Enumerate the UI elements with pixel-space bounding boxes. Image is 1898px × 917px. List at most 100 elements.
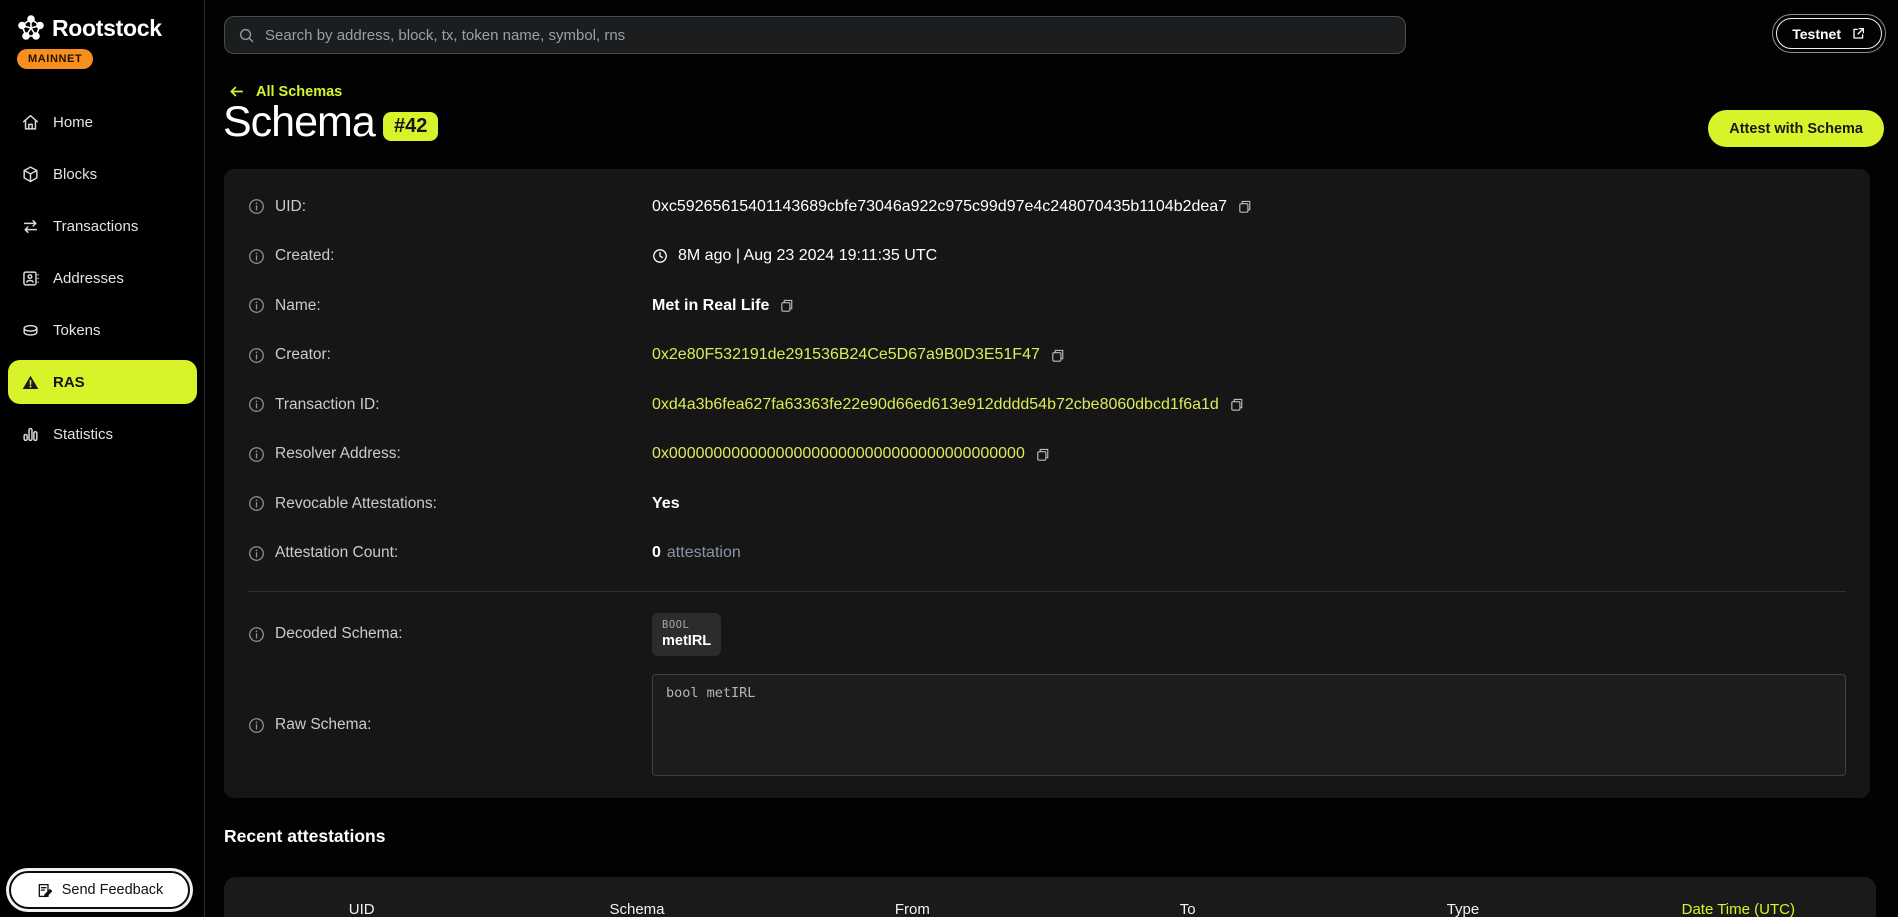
sidebar-item-label: Tokens [53,322,101,339]
sidebar-item-tokens[interactable]: Tokens [8,308,197,352]
attestations-table-header: UID Schema From To Type Date Time (UTC) [224,877,1876,917]
addresses-icon [21,269,40,288]
detail-label-text: Creator: [275,346,331,364]
detail-label-text: Revocable Attestations: [275,495,437,513]
detail-row-creator: Creator: 0x2e80F532191de291536B24Ce5D67a… [248,331,1846,381]
schema-details-card: UID: 0xc59265615401143689cbfe73046a922c9… [224,169,1870,798]
detail-row-created: Created: 8M ago | Aug 23 2024 19:11:35 U… [248,232,1846,282]
tokens-icon [21,321,40,340]
attestation-triangle-icon [21,373,40,392]
brand-name: Rootstock [52,15,162,42]
feedback-label: Send Feedback [62,882,164,898]
recent-attestations-heading: Recent attestations [224,826,385,847]
testnet-label: Testnet [1792,26,1841,42]
info-icon[interactable] [248,446,265,463]
sidebar-nav: Home Blocks Transactions [8,100,197,464]
card-divider [248,591,1846,592]
info-icon[interactable] [248,396,265,413]
sidebar-item-label: Blocks [53,166,97,183]
home-icon [21,113,40,132]
revocable-value: Yes [652,495,680,513]
column-header-schema: Schema [499,901,774,917]
search-input[interactable] [265,27,1392,44]
page-title: Schema [223,98,375,147]
info-icon[interactable] [248,495,265,512]
blocks-icon [21,165,40,184]
detail-label-text: Name: [275,297,321,315]
sidebar-item-blocks[interactable]: Blocks [8,152,197,196]
brand-logo[interactable]: Rootstock [0,0,204,42]
detail-row-revocable: Revocable Attestations: Yes [248,479,1846,529]
info-icon[interactable] [248,545,265,562]
info-icon[interactable] [248,347,265,364]
detail-row-uid: UID: 0xc59265615401143689cbfe73046a922c9… [248,182,1846,232]
detail-label-text: UID: [275,198,306,216]
sidebar-item-ras[interactable]: RAS [8,360,197,404]
info-icon[interactable] [248,248,265,265]
uid-value: 0xc59265615401143689cbfe73046a922c975c99… [652,198,1227,216]
copy-icon[interactable] [1035,447,1050,462]
detail-label-text: Raw Schema: [275,716,371,734]
attest-with-schema-button[interactable]: Attest with Schema [1708,110,1884,147]
clock-icon [652,248,668,264]
info-icon[interactable] [248,717,265,734]
sidebar-item-statistics[interactable]: Statistics [8,412,197,456]
statistics-icon [21,425,40,444]
copy-icon[interactable] [779,298,794,313]
sidebar-item-label: Statistics [53,426,113,443]
detail-row-raw-schema: Raw Schema: bool metIRL [248,674,1846,776]
sidebar-item-addresses[interactable]: Addresses [8,256,197,300]
resolver-address-link[interactable]: 0x00000000000000000000000000000000000000… [652,445,1025,463]
column-header-uid: UID [224,901,499,917]
detail-row-name: Name: Met in Real Life [248,281,1846,331]
copy-icon[interactable] [1237,199,1252,214]
column-header-to: To [1050,901,1325,917]
detail-label-text: Resolver Address: [275,445,401,463]
column-header-datetime[interactable]: Date Time (UTC) [1601,901,1876,917]
attestation-count-unit: attestation [667,544,741,562]
attestation-count-value: 0 [652,544,661,562]
column-header-type: Type [1325,901,1600,917]
detail-label-text: Created: [275,247,334,265]
sidebar-item-label: Home [53,114,93,131]
detail-label-text: Decoded Schema: [275,625,403,643]
detail-label-text: Transaction ID: [275,396,380,414]
decoded-schema-field-chip: BOOL metIRL [652,613,721,656]
copy-icon[interactable] [1050,348,1065,363]
search-icon [238,27,255,44]
raw-schema-textarea[interactable]: bool metIRL [652,674,1846,776]
schema-number-badge: #42 [383,112,438,141]
sidebar-item-label: Transactions [53,218,138,235]
rootstock-logo-icon [17,14,45,42]
sidebar-item-transactions[interactable]: Transactions [8,204,197,248]
column-header-from: From [775,901,1050,917]
sidebar-item-label: RAS [53,374,85,391]
detail-row-transaction-id: Transaction ID: 0xd4a3b6fea627fa63363fe2… [248,380,1846,430]
info-icon[interactable] [248,297,265,314]
field-type: BOOL [662,619,711,631]
send-feedback-button[interactable]: Send Feedback [9,871,190,909]
detail-label-text: Attestation Count: [275,544,398,562]
external-link-icon [1851,26,1866,41]
search-bar [224,16,1406,54]
name-value: Met in Real Life [652,297,769,315]
testnet-button[interactable]: Testnet [1776,18,1882,49]
feedback-pencil-icon [36,882,53,899]
sidebar-item-home[interactable]: Home [8,100,197,144]
detail-row-attestation-count: Attestation Count: 0 attestation [248,529,1846,579]
copy-icon[interactable] [1229,397,1244,412]
detail-row-decoded-schema: Decoded Schema: BOOL metIRL [248,601,1846,667]
info-icon[interactable] [248,198,265,215]
detail-row-resolver-address: Resolver Address: 0x00000000000000000000… [248,430,1846,480]
info-icon[interactable] [248,626,265,643]
page: Rootstock MAINNET Home Blocks [0,0,1898,917]
sidebar-item-label: Addresses [53,270,124,287]
field-name: metIRL [662,633,711,649]
transactions-icon [21,217,40,236]
network-badge: MAINNET [17,49,93,69]
created-value: 8M ago | Aug 23 2024 19:11:35 UTC [678,247,937,265]
network-switch-ring: Testnet [1772,14,1886,53]
sidebar: Rootstock MAINNET Home Blocks [0,0,205,917]
creator-address-link[interactable]: 0x2e80F532191de291536B24Ce5D67a9B0D3E51F… [652,346,1040,364]
transaction-id-link[interactable]: 0xd4a3b6fea627fa63363fe22e90d66ed613e912… [652,396,1219,414]
